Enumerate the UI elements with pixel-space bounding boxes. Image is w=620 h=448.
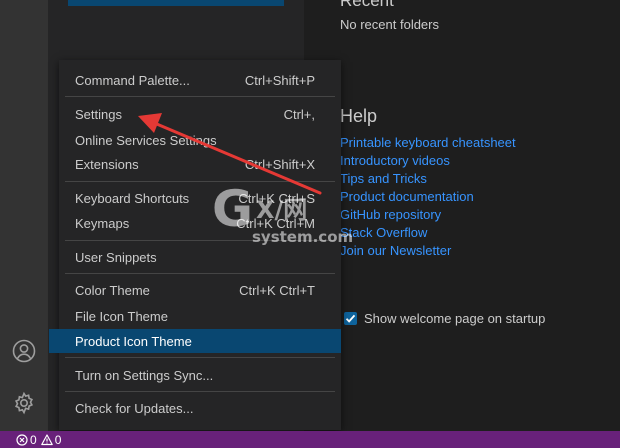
help-link-keyboard-cheatsheet[interactable]: Printable keyboard cheatsheet xyxy=(340,134,516,152)
menu-separator xyxy=(65,357,335,358)
menu-item-label: Keyboard Shortcuts xyxy=(75,190,190,206)
help-link-github-repo[interactable]: GitHub repository xyxy=(340,206,516,224)
help-link-newsletter[interactable]: Join our Newsletter xyxy=(340,242,516,260)
menu-item-label: User Snippets xyxy=(75,249,157,265)
menu-item-settings[interactable]: Settings Ctrl+, xyxy=(59,102,341,126)
menu-item-file-icon-theme[interactable]: File Icon Theme xyxy=(59,304,341,328)
warning-icon xyxy=(40,433,53,445)
menu-item-label: Color Theme xyxy=(75,282,150,298)
check-icon xyxy=(345,314,356,323)
menu-item-online-services-settings[interactable]: Online Services Settings xyxy=(59,128,341,152)
help-link-intro-videos[interactable]: Introductory videos xyxy=(340,152,516,170)
error-icon xyxy=(16,433,28,446)
help-heading: Help xyxy=(340,106,378,126)
help-link-stack-overflow[interactable]: Stack Overflow xyxy=(340,224,516,242)
menu-item-extensions[interactable]: Extensions Ctrl+Shift+X xyxy=(59,152,341,176)
status-bar: 0 0 xyxy=(0,431,620,448)
watermark-letter: G xyxy=(212,180,254,238)
menu-item-label: File Icon Theme xyxy=(75,308,168,324)
site-watermark: G X/网 system.com xyxy=(212,180,353,254)
warning-count: 0 xyxy=(54,432,62,447)
recent-empty-text: No recent folders xyxy=(340,17,439,32)
activity-bar xyxy=(0,0,48,431)
menu-item-shortcut: Ctrl+Shift+X xyxy=(244,156,315,172)
show-welcome-label: Show welcome page on startup xyxy=(364,311,546,326)
help-link-product-docs[interactable]: Product documentation xyxy=(340,188,516,206)
menu-item-label: Keymaps xyxy=(75,215,130,231)
menu-item-label: Extensions xyxy=(75,156,139,172)
help-links: Printable keyboard cheatsheet Introducto… xyxy=(340,134,516,260)
menu-item-shortcut: Ctrl+, xyxy=(283,106,315,122)
menu-item-command-palette[interactable]: Command Palette... Ctrl+Shift+P xyxy=(59,68,341,92)
menu-separator xyxy=(65,273,335,274)
menu-item-label: Settings xyxy=(75,106,122,122)
menu-item-label: Product Icon Theme xyxy=(75,333,192,349)
recent-heading: Recent xyxy=(340,0,394,10)
menu-item-settings-sync[interactable]: Turn on Settings Sync... xyxy=(59,363,341,387)
welcome-page: Recent No recent folders Help Printable … xyxy=(304,0,620,431)
menu-item-label: Online Services Settings xyxy=(75,132,217,148)
menu-item-shortcut: Ctrl+Shift+P xyxy=(244,72,315,88)
status-errors[interactable]: 0 xyxy=(16,433,37,447)
watermark-mark: X/网 xyxy=(256,196,308,224)
menu-separator xyxy=(65,96,335,97)
menu-item-shortcut: Ctrl+K Ctrl+T xyxy=(239,282,315,298)
menu-item-label: Command Palette... xyxy=(75,72,190,88)
sidebar-selected-row[interactable] xyxy=(68,0,284,6)
menu-item-product-icon-theme[interactable]: Product Icon Theme xyxy=(49,329,341,353)
error-count: 0 xyxy=(30,432,37,447)
watermark-domain: system.com xyxy=(252,228,354,246)
menu-item-label: Check for Updates... xyxy=(75,400,194,416)
show-welcome-checkbox[interactable] xyxy=(344,312,357,325)
manage-gear-icon[interactable] xyxy=(12,391,36,415)
show-welcome-option[interactable]: Show welcome page on startup xyxy=(344,311,545,326)
menu-item-color-theme[interactable]: Color Theme Ctrl+K Ctrl+T xyxy=(59,278,341,302)
help-link-tips-tricks[interactable]: Tips and Tricks xyxy=(340,170,516,188)
menu-separator xyxy=(65,181,335,182)
account-icon[interactable] xyxy=(12,339,36,363)
menu-separator xyxy=(65,391,335,392)
status-warnings[interactable]: 0 xyxy=(40,432,62,447)
menu-item-label: Turn on Settings Sync... xyxy=(75,367,214,383)
menu-item-check-updates[interactable]: Check for Updates... xyxy=(59,396,341,420)
